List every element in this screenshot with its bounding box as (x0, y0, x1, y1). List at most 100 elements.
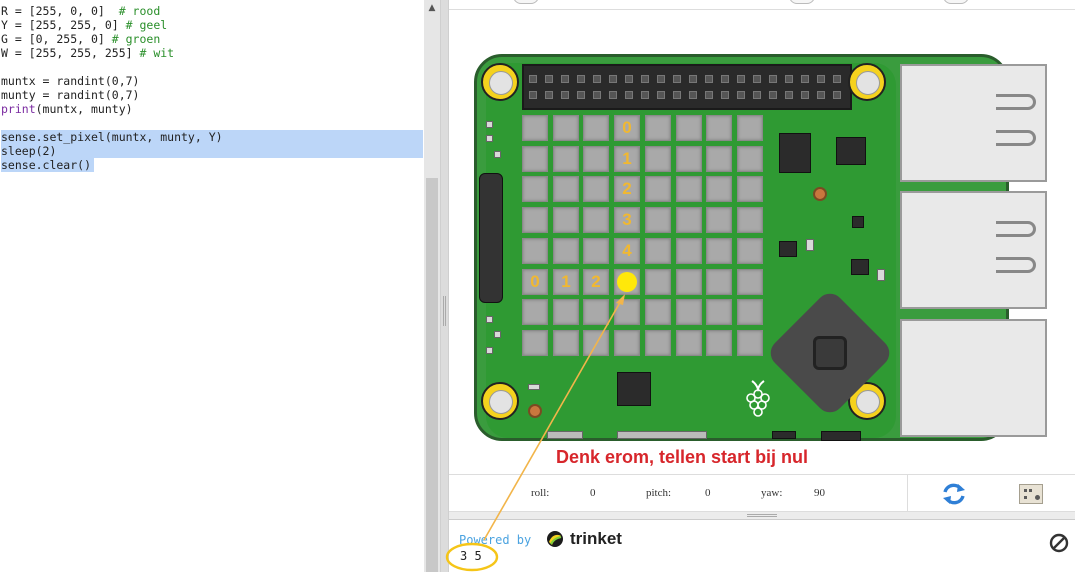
led-pixel (737, 299, 763, 325)
code-line[interactable]: munty = randint(0,7) (1, 88, 139, 102)
refresh-icon[interactable] (941, 481, 967, 507)
led-pixel (553, 146, 579, 172)
annotation-text: Denk erom, tellen start bij nul (556, 447, 809, 467)
gpio-pin (545, 91, 553, 99)
code-comment: # wit (139, 46, 175, 60)
led-pixel (706, 207, 732, 233)
led-pixel (583, 238, 609, 264)
gpio-pin (705, 91, 713, 99)
gpio-pin (625, 75, 633, 83)
console-splitter[interactable] (449, 512, 1075, 520)
scrollbar-thumb[interactable] (426, 178, 438, 572)
trinket-brand[interactable]: trinket (570, 529, 622, 549)
code-line[interactable]: sense.clear() (1, 158, 94, 172)
code-editor[interactable]: R = [255, 0, 0] # rood Y = [255, 255, 0] … (0, 0, 424, 572)
gpio-pin (625, 91, 633, 99)
gpio-pin (801, 91, 809, 99)
code-line[interactable]: sleep(2) (1, 144, 423, 158)
gpio-pin (529, 75, 537, 83)
gpio-pin (769, 91, 777, 99)
code-token: Y = [255, 255, 0] (1, 18, 126, 32)
pitch-value: 0 (705, 487, 711, 499)
side-connector (479, 173, 503, 303)
toolbar-button-edge[interactable] (943, 0, 969, 4)
toolbar-button-edge[interactable] (789, 0, 815, 4)
led-pixel (645, 269, 671, 295)
smd-component (486, 121, 493, 128)
gpio-pin (673, 91, 681, 99)
editor-scrollbar[interactable]: ▲ (424, 0, 440, 572)
smd-component (486, 347, 493, 354)
gpio-pin (577, 75, 585, 83)
led-pixel (645, 115, 671, 141)
splitter-grip-icon (443, 296, 446, 326)
smd-component (851, 259, 869, 275)
usb-port (900, 64, 1047, 182)
led-pixel (706, 176, 732, 202)
led-pixel (706, 146, 732, 172)
led-pixel (553, 207, 579, 233)
gpio-pin (641, 91, 649, 99)
sense-hat-icon[interactable] (1019, 484, 1043, 504)
led-pixel (522, 115, 548, 141)
raspberry-pi-logo-icon (746, 380, 770, 417)
roll-label: roll: (531, 487, 550, 499)
trinket-logo-icon[interactable] (546, 530, 564, 548)
atmel-chip (617, 372, 651, 406)
code-token: G = [0, 255, 0] (1, 32, 112, 46)
code-line[interactable]: print(muntx, munty) (1, 102, 133, 116)
gpio-pin (753, 75, 761, 83)
mount-hole-icon (481, 382, 519, 420)
code-token: sleep(2) (1, 144, 57, 158)
sensor-readout-bar: roll: 0 pitch: 0 yaw: 90 (449, 474, 1075, 513)
gpio-pin (817, 91, 825, 99)
led-pixel (706, 330, 732, 356)
usb-port (900, 191, 1047, 309)
led-pixel (737, 115, 763, 141)
smd-component (806, 239, 814, 251)
gpio-pin (769, 75, 777, 83)
code-line[interactable]: W = [255, 255, 255] # wit (1, 46, 174, 60)
gpio-pin (657, 91, 665, 99)
led-pixel (645, 146, 671, 172)
yaw-label: yaw: (761, 487, 783, 499)
gpio-pin (817, 75, 825, 83)
code-token: W = [255, 255, 255] (1, 46, 140, 60)
joystick-button[interactable] (813, 336, 847, 370)
row-index-label: 1 (622, 149, 632, 168)
code-line[interactable]: Y = [255, 255, 0] # geel (1, 18, 167, 32)
led-pixel (645, 330, 671, 356)
led-pixel (737, 238, 763, 264)
led-pixel (737, 207, 763, 233)
row-index-label: 3 (622, 210, 632, 229)
led-pixel (706, 238, 732, 264)
gpio-pin (609, 75, 617, 83)
led-pixel (522, 146, 548, 172)
toolbar-button-edge[interactable] (513, 0, 539, 4)
scroll-up-arrow-icon[interactable]: ▲ (427, 3, 437, 13)
led-pixel (737, 269, 763, 295)
smd-component (494, 331, 501, 338)
gpio-pin (801, 75, 809, 83)
pitch-label: pitch: (646, 487, 672, 499)
stop-icon[interactable] (1049, 533, 1069, 553)
led-pixel (553, 330, 579, 356)
code-line[interactable]: R = [255, 0, 0] # rood (1, 4, 160, 18)
led-pixel (645, 176, 671, 202)
console-panel: Powered by trinket 3 5 (449, 520, 1075, 572)
code-line[interactable]: muntx = randint(0,7) (1, 74, 139, 88)
pane-splitter[interactable] (440, 0, 449, 572)
sensor-chip (779, 133, 811, 173)
gpio-pin (833, 91, 841, 99)
led-pixel (522, 330, 548, 356)
led-pixel (737, 176, 763, 202)
led-pixel (676, 299, 702, 325)
mount-hole-icon (481, 63, 519, 101)
status-led-icon (813, 187, 827, 201)
code-comment: # geel (125, 18, 168, 32)
column-index-label: 2 (591, 272, 601, 291)
code-line[interactable]: G = [0, 255, 0] # groen (1, 32, 160, 46)
code-comment: # rood (118, 4, 161, 18)
code-line[interactable]: sense.set_pixel(muntx, munty, Y) (1, 130, 423, 144)
led-pixel (583, 207, 609, 233)
